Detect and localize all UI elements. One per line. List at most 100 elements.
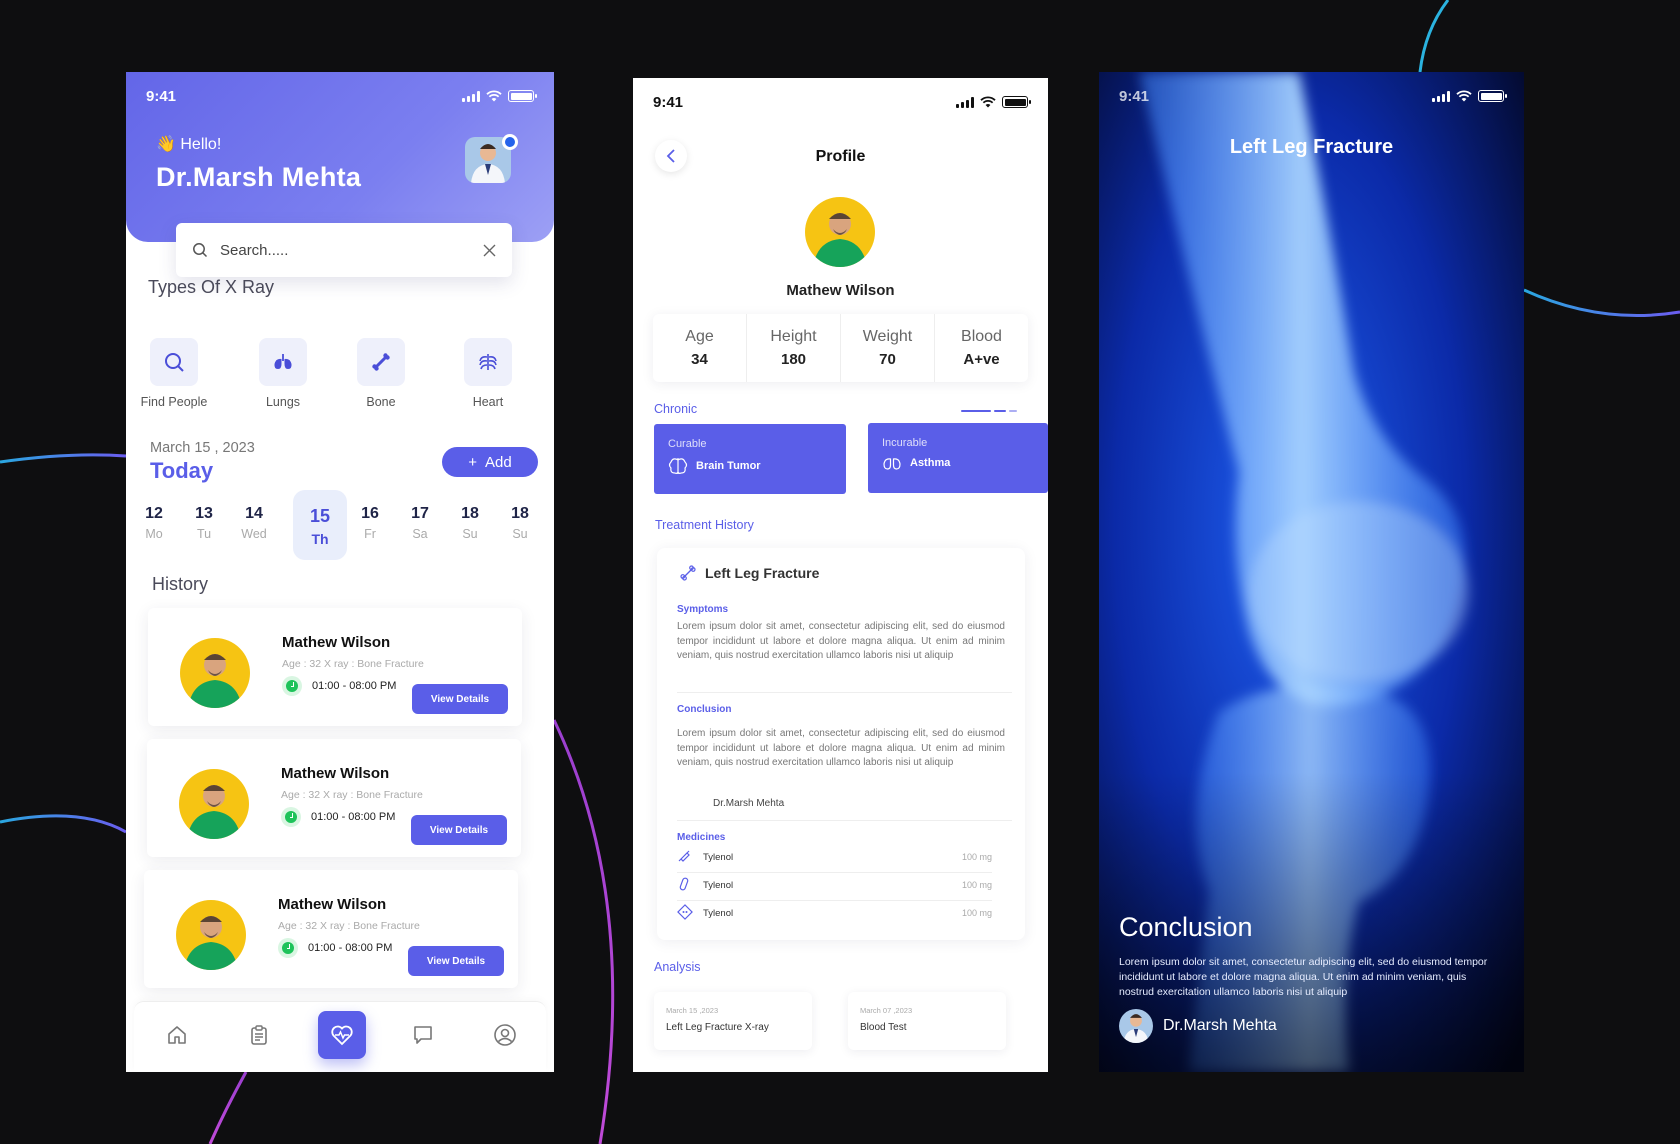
- xray-type-heart[interactable]: Heart: [448, 338, 528, 409]
- page-title: Profile: [815, 148, 866, 165]
- syringe-icon: [678, 850, 690, 862]
- patient-avatar: [180, 638, 250, 708]
- pill-pack-icon: [677, 903, 693, 920]
- profile-icon[interactable]: [490, 1020, 520, 1050]
- history-title: History: [152, 574, 209, 594]
- medicine-row: Tylenol 100 mg: [677, 844, 992, 870]
- patient-avatar: [179, 769, 249, 839]
- wifi-icon: [1456, 90, 1472, 102]
- signal-icon: [462, 90, 480, 102]
- home-header: 9:41 👋 Hello! Dr.Marsh Mehta: [126, 72, 554, 242]
- day-13[interactable]: 13 Tu: [182, 490, 226, 541]
- lungs-icon: [274, 354, 292, 369]
- medicine-row: Tylenol 100 mg: [677, 872, 992, 898]
- history-card[interactable]: Mathew Wilson Age : 32 X ray : Bone Frac…: [148, 608, 522, 726]
- patient-stats: Age 34 Height 180 Weight 70 Blood A+ve: [653, 314, 1028, 382]
- search-icon: [165, 353, 184, 372]
- status-time: 9:41: [653, 93, 684, 111]
- search-placeholder: Search.....: [220, 241, 289, 259]
- doctor-signature[interactable]: Dr.Marsh Mehta: [1119, 1009, 1277, 1043]
- analysis-card[interactable]: March 15 ,2023 Left Leg Fracture X-ray: [654, 992, 812, 1050]
- xray-screen: 9:41 Left Leg Fracture Conclusion Lorem …: [1099, 72, 1524, 1072]
- profile-screen: 9:41 Profile Mathew Wilson Age 34 Height 1…: [633, 78, 1048, 1072]
- analysis-card[interactable]: March 07 ,2023 Blood Test: [848, 992, 1006, 1050]
- battery-icon: [508, 90, 537, 102]
- patient-name: Mathew Wilson: [786, 282, 895, 299]
- chronic-label: Chronic: [654, 402, 698, 416]
- day-15-selected[interactable]: 15 Th: [293, 490, 347, 560]
- day-17[interactable]: 17 Sa: [398, 490, 442, 541]
- xray-type-find-people[interactable]: Find People: [134, 338, 214, 409]
- wifi-icon: [980, 96, 996, 108]
- ribcage-icon: [479, 354, 497, 370]
- status-bar: 9:41: [1099, 72, 1524, 120]
- symptoms-label: Symptoms: [677, 604, 729, 615]
- medicines-label: Medicines: [677, 832, 726, 843]
- page-title: Left Leg Fracture: [1229, 136, 1394, 158]
- battery-icon: [1478, 90, 1507, 102]
- analysis-label: Analysis: [654, 960, 701, 974]
- chronic-card-incurable[interactable]: Incurable Asthma: [868, 423, 1048, 493]
- medicine-row: Tylenol 100 mg: [677, 900, 992, 926]
- close-icon[interactable]: [483, 244, 496, 257]
- divider: [677, 692, 1012, 693]
- stat-height: Height 180: [746, 314, 840, 382]
- history-card[interactable]: Mathew Wilson Age : 32 X ray : Bone Frac…: [144, 870, 518, 988]
- home-icon[interactable]: [162, 1020, 192, 1050]
- clock-icon: [278, 938, 298, 958]
- wifi-icon: [486, 90, 502, 102]
- status-bar: 9:41: [633, 78, 1048, 126]
- clock-icon: [282, 676, 302, 696]
- add-button[interactable]: + Add: [442, 447, 538, 477]
- clipboard-icon[interactable]: [244, 1020, 274, 1050]
- carousel-indicator[interactable]: [961, 410, 1017, 412]
- greeting: 👋 Hello!: [156, 136, 222, 153]
- conclusion-label: Conclusion: [677, 704, 732, 715]
- view-details-button[interactable]: View Details: [408, 946, 504, 976]
- doctor-name: Dr.Marsh Mehta: [156, 162, 362, 192]
- home-screen: 9:41 👋 Hello! Dr.Marsh Mehta Search.....…: [126, 72, 554, 1072]
- view-details-button[interactable]: View Details: [411, 815, 507, 845]
- chronic-card-curable[interactable]: Curable Brain Tumor: [654, 424, 846, 494]
- online-indicator: [502, 134, 518, 150]
- add-button-label: Add: [485, 453, 512, 471]
- day-18b[interactable]: 18 Su: [498, 490, 542, 541]
- clock-icon: [281, 807, 301, 827]
- heart-pulse-icon[interactable]: [318, 1011, 366, 1059]
- treatment-history-label: Treatment History: [655, 518, 754, 532]
- search-icon: [193, 243, 208, 258]
- treatment-card: Left Leg Fracture Symptoms Lorem ipsum d…: [657, 548, 1025, 940]
- patient-avatar: [805, 197, 875, 267]
- signal-icon: [956, 96, 974, 108]
- bone-icon: [680, 565, 696, 581]
- current-date: March 15 , 2023: [150, 440, 255, 456]
- history-card[interactable]: Mathew Wilson Age : 32 X ray : Bone Frac…: [147, 739, 521, 857]
- symptoms-text: Lorem ipsum dolor sit amet, consectetur …: [677, 621, 1005, 662]
- signed-by: Dr.Marsh Mehta: [713, 798, 785, 809]
- search-input[interactable]: Search.....: [176, 223, 512, 277]
- chat-icon[interactable]: [408, 1020, 438, 1050]
- stat-weight: Weight 70: [840, 314, 934, 382]
- day-14[interactable]: 14 Wed: [232, 490, 276, 541]
- conclusion-text: Lorem ipsum dolor sit amet, consectetur …: [1119, 956, 1488, 998]
- battery-icon: [1002, 96, 1031, 108]
- status-bar: 9:41: [126, 72, 554, 120]
- day-16[interactable]: 16 Fr: [348, 490, 392, 541]
- bottom-nav: [134, 1001, 546, 1072]
- conclusion-title: Conclusion: [1119, 912, 1253, 942]
- status-time: 9:41: [146, 87, 177, 105]
- bone-icon: [372, 353, 390, 371]
- divider: [677, 820, 1012, 821]
- patient-avatar: [176, 900, 246, 970]
- stat-blood: Blood A+ve: [934, 314, 1028, 382]
- doctor-name: Dr.Marsh Mehta: [1163, 1017, 1277, 1034]
- plus-icon: +: [468, 453, 478, 471]
- xray-type-bone[interactable]: Bone: [341, 338, 421, 409]
- status-time: 9:41: [1119, 87, 1150, 105]
- day-18[interactable]: 18 Su: [448, 490, 492, 541]
- xray-type-lungs[interactable]: Lungs: [243, 338, 323, 409]
- view-details-button[interactable]: View Details: [412, 684, 508, 714]
- day-12[interactable]: 12 Mo: [132, 490, 176, 541]
- stat-age: Age 34: [685, 328, 714, 368]
- signal-icon: [1432, 90, 1450, 102]
